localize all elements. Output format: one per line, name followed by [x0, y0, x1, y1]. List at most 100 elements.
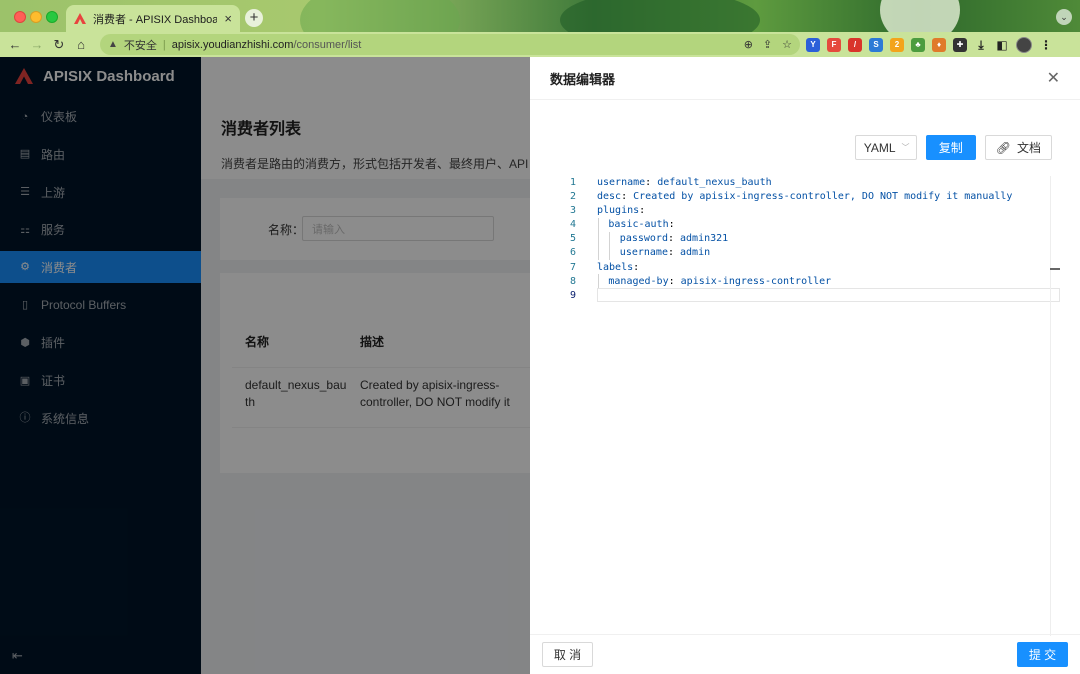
docs-button-label: 文档 — [1016, 141, 1041, 155]
yaml-key: username — [597, 177, 646, 188]
data-editor-drawer: 数据编辑器 ✕ YAML ﹀ 复制 🔗︎ 文档 1 username: defau… — [530, 57, 1080, 674]
wallpaper-leaf — [880, 0, 960, 32]
close-icon[interactable]: ✕ — [1047, 68, 1060, 88]
drawer-header: 数据编辑器 ✕ — [530, 57, 1080, 100]
extension-fe-icon[interactable]: F — [827, 37, 841, 52]
bookmark-star-icon[interactable]: ☆ — [782, 38, 792, 51]
drawer-footer: 取 消 提 交 — [530, 634, 1080, 674]
yaml-value: Created by apisix-ingress-controller, DO… — [633, 191, 1013, 203]
extension-fox-icon[interactable]: ♦ — [932, 37, 946, 52]
window-zoom-button[interactable] — [46, 11, 58, 23]
yaml-colon: : — [633, 261, 646, 273]
indent-guide — [598, 218, 599, 260]
chevron-down-icon: ﹀ — [901, 143, 910, 152]
code-text: password: admin321 — [620, 232, 728, 246]
yaml-colon: : — [667, 247, 681, 259]
yaml-key: labels — [597, 261, 634, 273]
line-number: 5 — [569, 233, 576, 245]
drawer-title: 数据编辑器 — [550, 71, 616, 87]
wallpaper-leaf — [300, 0, 460, 32]
url-text: apisix.youdianzhishi.com/consumer/list — [172, 39, 362, 51]
extensions-puzzle-icon[interactable]: ✚ — [953, 37, 967, 52]
extension-green-icon[interactable]: ♣ — [911, 37, 925, 52]
yaml-colon: : — [668, 219, 681, 231]
code-text: username: default_nexus_bauth — [597, 176, 772, 190]
code-editor[interactable]: 1 username: default_nexus_bauth 2 desc: Cre… — [530, 176, 1060, 636]
editor-scrollbar[interactable] — [1050, 176, 1051, 636]
yaml-colon: : — [645, 177, 658, 188]
extension-y-icon[interactable]: Y — [806, 37, 820, 52]
code-text: managed-by: apisix-ingress-controller — [608, 275, 831, 289]
home-icon[interactable]: ⌂ — [70, 37, 92, 52]
code-line: 2 desc: Created by apisix-ingress-control… — [530, 190, 1060, 204]
copy-button[interactable]: 复制 — [925, 135, 976, 160]
yaml-colon: : — [668, 275, 681, 287]
warning-triangle-icon: ▲ — [108, 39, 118, 50]
yaml-value: apisix-ingress-controller — [680, 275, 832, 287]
extension-s-icon[interactable]: S — [869, 37, 883, 52]
address-separator: | — [162, 38, 166, 51]
line-number: 2 — [569, 191, 576, 203]
code-text: labels: — [597, 261, 645, 275]
yaml-key: plugins — [597, 205, 640, 217]
yaml-key: managed-by — [608, 275, 669, 287]
apisix-favicon-icon — [74, 13, 86, 24]
line-number: 9 — [569, 289, 576, 301]
code-line: 1 username: default_nexus_bauth — [530, 176, 1060, 190]
link-icon: 🔗︎ — [995, 140, 1011, 155]
yaml-value: admin321 — [680, 233, 729, 245]
new-tab-button[interactable]: + — [245, 9, 263, 27]
code-line: 3 plugins: — [530, 204, 1060, 218]
window-minimize-button[interactable] — [30, 11, 42, 23]
docs-button[interactable]: 🔗︎ 文档 — [984, 135, 1052, 160]
yaml-value: default_nexus_bauth — [657, 177, 772, 188]
cancel-button[interactable]: 取 消 — [542, 642, 593, 667]
tab-close-icon[interactable]: × — [224, 11, 232, 26]
line-number: 7 — [569, 261, 576, 273]
format-select-value: YAML — [863, 140, 896, 155]
omnibox-actions: ⊕ ⇪ ☆ — [744, 34, 792, 55]
extension-pen-icon[interactable]: / — [848, 37, 862, 52]
back-arrow-icon[interactable]: ← — [4, 37, 26, 52]
code-line: 8 managed-by: apisix-ingress-controller — [530, 275, 1060, 289]
line-number: 8 — [569, 275, 576, 287]
submit-button[interactable]: 提 交 — [1017, 642, 1068, 667]
browser-tab-bar: 消费者 - APISIX Dashboard × + ⌄ — [0, 0, 1080, 32]
code-text: basic-auth: — [608, 218, 680, 232]
overview-ruler-mark — [1050, 268, 1060, 270]
profile-avatar[interactable] — [1016, 36, 1032, 53]
line-number: 4 — [569, 219, 576, 231]
url-path: /consumer/list — [293, 38, 362, 51]
reload-icon[interactable]: ↻ — [48, 37, 70, 53]
tab-search-chevron-icon[interactable]: ⌄ — [1056, 9, 1072, 25]
app-root: APISIX Dashboard ◔ 仪表板 ▤ 路由 ☰ 上游 ⚏ 服务 ⚙ 消费者 ▯ Proto… — [0, 57, 1080, 674]
yaml-key: username — [619, 247, 668, 259]
download-icon[interactable]: ⤓ — [974, 38, 988, 52]
code-line: 4 basic-auth: — [530, 218, 1060, 232]
url-host: apisix.youdianzhishi.com — [171, 38, 294, 51]
current-line-highlight — [597, 288, 1060, 302]
indent-guide — [598, 274, 599, 288]
browser-tab-active[interactable]: 消费者 - APISIX Dashboard × — [66, 5, 240, 32]
yaml-colon: : — [639, 205, 652, 217]
yaml-key: basic-auth — [608, 219, 669, 231]
forward-arrow-icon[interactable]: → — [26, 37, 48, 52]
browser-menu-icon[interactable]: ⋮ — [1039, 38, 1053, 52]
yaml-value: admin — [680, 247, 711, 259]
code-text: plugins: — [597, 204, 651, 218]
browser-toolbar: ← → ↻ ⌂ ▲ 不安全 | apisix.youdianzhishi.com… — [0, 32, 1080, 57]
extensions-bar: Y F / S 2 ♣ ♦ ✚ ⤓ ◧ ⋮ — [806, 36, 1053, 53]
editor-toolbar: YAML ﹀ 复制 🔗︎ 文档 — [854, 135, 1052, 160]
zoom-icon[interactable]: ⊕ — [744, 38, 753, 51]
yaml-key: password — [619, 233, 668, 245]
sidebar-panel-icon[interactable]: ◧ — [995, 38, 1009, 52]
yaml-key: desc — [597, 191, 622, 203]
code-line: 7 labels: — [530, 261, 1060, 275]
tab-title: 消费者 - APISIX Dashboard — [93, 13, 218, 26]
share-icon[interactable]: ⇪ — [763, 38, 772, 51]
address-bar[interactable]: ▲ 不安全 | apisix.youdianzhishi.com/consume… — [100, 34, 800, 55]
window-close-button[interactable] — [14, 11, 26, 23]
line-number: 6 — [569, 247, 576, 259]
extension-badge-icon[interactable]: 2 — [890, 37, 904, 52]
format-select[interactable]: YAML ﹀ — [854, 135, 917, 160]
